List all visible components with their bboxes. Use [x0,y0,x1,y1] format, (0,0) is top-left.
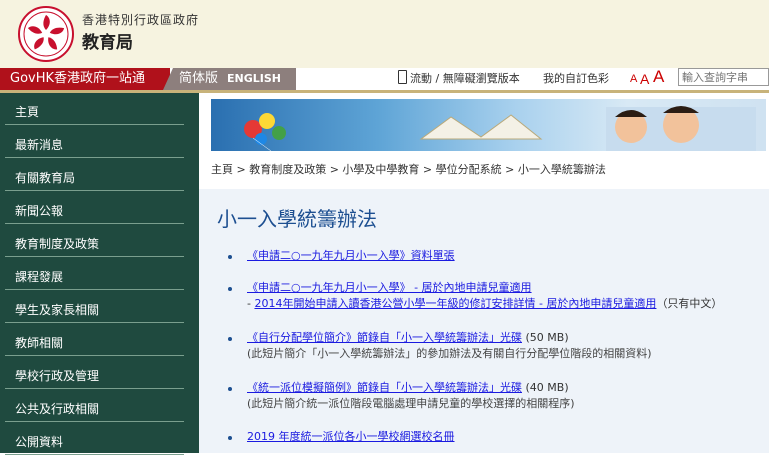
bullet-icon [228,287,232,291]
sidebar-item-curriculum[interactable]: 課程發展 [5,258,184,290]
sidebar-item-students-parents[interactable]: 學生及家長相關 [5,291,184,323]
list-item: 《申請二○一九年九月小一入學》 - 居於內地申請兒童適用 - 2014年開始申請… [228,280,723,312]
top-toolbar: GovHK香港政府一站通 简体版 ENGLISH 流動 / 無障礙瀏覽版本 我的… [0,66,769,90]
govhk-link[interactable]: GovHK香港政府一站通 [0,68,170,90]
bullet-icon [228,436,232,440]
banner-image [211,99,766,151]
list-item: 2019 年度統一派位各小一學校網選校名冊 [228,429,455,445]
sidebar-item-school-admin[interactable]: 學校行政及管理 [5,357,184,389]
font-size-small[interactable]: A [630,68,637,90]
breadcrumb[interactable]: 主頁 > 教育制度及政策 > 小學及中學教育 > 學位分配系統 > 小一入學統籌… [211,161,606,177]
sidebar-item-press[interactable]: 新聞公報 [5,192,184,224]
mainland-applicants-link[interactable]: 《申請二○一九年九月小一入學》 - 居於內地申請兒童適用 [247,281,532,294]
file-size: (40 MB) [525,381,569,394]
main-content: 主頁 > 教育制度及政策 > 小學及中學教育 > 學位分配系統 > 小一入學統籌… [199,93,769,453]
leaflet-link[interactable]: 《申請二○一九年九月小一入學》資料單張 [247,249,455,262]
mobile-version-link[interactable]: 流動 / 無障礙瀏覽版本 [398,68,520,90]
revised-arrangement-link[interactable]: 2014年開始申請入讀香港公營小學一年級的修訂安排詳情 - 居於內地申請兒童適用 [254,297,656,310]
sidebar: 主頁 最新消息 有關教育局 新聞公報 教育制度及政策 課程發展 學生及家長相關 … [0,93,199,455]
my-colour-link[interactable]: 我的自訂色彩 [543,68,609,90]
school-list-link[interactable]: 2019 年度統一派位各小一學校網選校名冊 [247,430,455,443]
bureau-name[interactable]: 教育局 [82,28,133,53]
sidebar-item-news[interactable]: 最新消息 [5,126,184,158]
list-item: 《自行分配學位簡介》節錄自「小一入學統籌辦法」光碟 (50 MB) (此短片簡介… [228,330,652,362]
sidebar-item-open-data[interactable]: 公開資料 [5,423,184,455]
sidebar-item-teachers[interactable]: 教師相關 [5,324,184,356]
file-size: (50 MB) [525,331,569,344]
video-description: (此短片簡介「小一入學統籌辦法」的參加辦法及有關自行分配學位階段的相關資料) [247,347,652,360]
bullet-icon [228,337,232,341]
sidebar-item-education-system[interactable]: 教育制度及政策 [5,225,184,257]
list-item: 《統一派位模擬簡例》節錄自「小一入學統籌辦法」光碟 (40 MB) (此短片簡介… [228,380,575,412]
bullet-icon [228,387,232,391]
language-switcher: 简体版 ENGLISH [163,68,296,90]
central-allocation-video-link[interactable]: 《統一派位模擬簡例》節錄自「小一入學統籌辦法」光碟 [247,381,522,394]
page-title: 小一入學統籌辦法 [217,207,377,231]
chinese-only-note: （只有中文） [656,297,723,310]
list-item: 《申請二○一九年九月小一入學》資料單張 [228,248,455,264]
sidebar-item-home[interactable]: 主頁 [5,93,184,125]
site-header: 香港特別行政區政府 教育局 [0,0,769,68]
english-link[interactable]: ENGLISH [227,68,281,90]
mobile-phone-icon [398,70,407,84]
self-allocation-video-link[interactable]: 《自行分配學位簡介》節錄自「小一入學統籌辦法」光碟 [247,331,522,344]
sidebar-item-public-admin[interactable]: 公共及行政相關 [5,390,184,422]
bullet-icon [228,255,232,259]
video-description: (此短片簡介統一派位階段電腦處理申請兒童的學校選擇的相關程序) [247,397,575,410]
mobile-version-label: 流動 / 無障礙瀏覽版本 [410,72,520,85]
search-input[interactable] [678,68,769,86]
government-name: 香港特別行政區政府 [82,13,200,27]
hksar-emblem-icon[interactable] [18,6,74,62]
font-size-medium[interactable]: A [640,68,649,90]
sidebar-item-about[interactable]: 有關教育局 [5,159,184,191]
font-size-large[interactable]: A [653,66,664,88]
simplified-chinese-link[interactable]: 简体版 [179,68,218,90]
